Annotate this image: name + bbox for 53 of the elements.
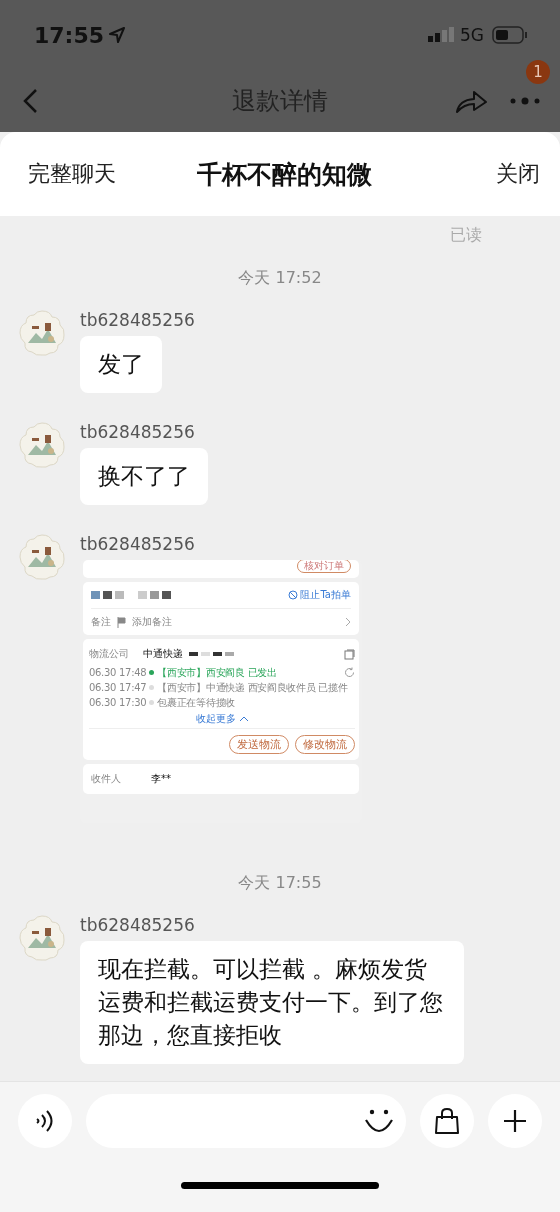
carrier-name: 中通快递 [143, 647, 183, 661]
add-note-link[interactable]: 添加备注 [132, 615, 172, 629]
location-arrow-icon [108, 26, 127, 44]
chat-title: 千杯不醉的知微 [195, 158, 373, 191]
prohibited-icon [288, 590, 299, 600]
sender-name: tb628485256 [80, 915, 195, 935]
notification-badge: 1 [526, 60, 550, 84]
shopping-bag-icon [434, 1107, 460, 1135]
plus-icon [503, 1109, 527, 1133]
note-label: 备注 [91, 615, 111, 629]
flag-icon [117, 616, 126, 628]
logistics-button[interactable]: 发送物流 [229, 735, 289, 754]
block-order-link[interactable]: 阻止Ta拍单 [288, 588, 351, 602]
network-label: 5G [460, 25, 484, 45]
sender-name: tb628485256 [80, 310, 195, 330]
carrier-label: 物流公司 [89, 647, 129, 661]
close-button[interactable]: 关闭 [400, 159, 540, 189]
message-bubble: 现在拦截。可以拦截 。麻烦发货运费和拦截运费支付一下。到了您那边，您直接拒收 [80, 941, 464, 1064]
event-time: 06.30 17:48 [89, 667, 147, 678]
read-receipt: 已读 [450, 225, 482, 246]
share-icon[interactable] [454, 88, 488, 114]
event-time: 06.30 17:30 [89, 697, 147, 708]
back-icon[interactable] [22, 88, 40, 114]
battery-icon [492, 26, 528, 44]
event-text: 包裹正在等待揽收 [157, 695, 235, 710]
copy-icon[interactable] [344, 648, 355, 660]
collapse-link[interactable]: 收起更多 [195, 712, 249, 726]
recipient-label: 收件人 [91, 772, 121, 786]
avatar [18, 914, 66, 962]
chevron-up-icon [238, 716, 249, 722]
sender-name: tb628485256 [80, 534, 195, 554]
timestamp: 今天 17:52 [238, 268, 322, 289]
emoji-icon[interactable] [364, 1108, 394, 1134]
event-text: 【西安市】中通快递 西安阎良收件员 已揽件 [157, 680, 348, 695]
avatar [18, 309, 66, 357]
avatar [18, 421, 66, 469]
message-bubble: 换不了了 [80, 448, 208, 505]
more-icon [510, 97, 540, 105]
clock-time: 17:55 [34, 22, 105, 48]
sender-name: tb628485256 [80, 422, 195, 442]
event-time: 06.30 17:47 [89, 682, 147, 693]
timestamp: 今天 17:55 [238, 873, 322, 894]
recipient-name: 李** [151, 772, 171, 786]
message-bubble: 发了 [80, 336, 162, 393]
avatar [18, 533, 66, 581]
check-order-button[interactable]: 核对订单 [297, 560, 351, 573]
full-chat-link[interactable]: 完整聊天 [28, 159, 168, 189]
signal-icon [428, 26, 454, 44]
chevron-right-icon [345, 617, 351, 627]
refresh-icon[interactable] [344, 667, 355, 678]
event-text: 【西安市】西安阎良 已发出 [157, 665, 277, 680]
logistics-button[interactable]: 修改物流 [295, 735, 355, 754]
redacted-text [189, 652, 234, 656]
